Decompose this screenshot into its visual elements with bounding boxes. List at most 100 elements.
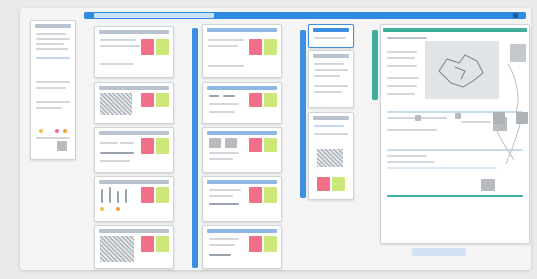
sticky-note-green[interactable] [156,93,169,107]
overview-screen-card[interactable] [30,20,76,160]
text-line [387,65,417,67]
thumbnail-image [455,113,461,119]
text-line [100,160,130,162]
sticky-note-green[interactable] [264,236,277,252]
text-line [36,33,66,35]
text-line [387,161,435,163]
flow-connector-bar[interactable] [372,30,378,100]
text-line [387,93,415,95]
screen-card[interactable] [94,127,174,173]
text-line [100,63,134,65]
screen-card[interactable] [94,176,174,222]
text-line [387,129,437,131]
flow-connector-bar[interactable] [300,30,306,198]
screen-card[interactable] [308,50,354,108]
sticky-note-green[interactable] [264,39,277,55]
text-line [100,152,134,154]
chart-bar [117,191,119,203]
card-header [313,54,349,58]
status-dot [100,207,104,211]
screenshot-thumbnail [100,93,132,115]
text-line [387,77,419,79]
card-header [207,131,277,135]
screen-card[interactable] [202,225,282,269]
text-line [314,85,348,87]
text-line [209,152,239,154]
sticky-note-pink[interactable] [141,39,154,55]
text-line [314,75,340,77]
bottom-tab[interactable] [412,248,466,256]
screen-card[interactable] [202,127,282,173]
sticky-note-pink[interactable] [141,187,154,203]
screenshot-thumbnail [100,236,134,262]
card-header [313,116,349,120]
card-header [99,86,169,90]
sticky-note-pink[interactable] [141,236,154,252]
sticky-note-green[interactable] [264,93,277,107]
text-line [209,238,239,240]
sticky-note-pink[interactable] [249,236,262,252]
text-line [208,39,244,41]
card-header [313,28,349,32]
sticky-note-pink[interactable] [249,187,262,203]
sticky-note-green[interactable] [156,39,169,55]
flow-connector-bar[interactable] [192,28,198,268]
text-line [387,51,417,53]
chart-bar [101,189,103,203]
sticky-note-green[interactable] [156,236,169,252]
status-dot [116,207,120,211]
panel-header [383,28,527,32]
screen-card[interactable] [308,24,354,48]
card-header [99,30,169,34]
text-line [209,111,235,113]
text-line [314,133,348,135]
sticky-note-pink[interactable] [249,39,262,55]
text-line [100,45,140,47]
text-line [209,244,235,246]
sticky-note-green[interactable] [156,187,169,203]
sticky-note-pink[interactable] [141,93,154,107]
sticky-note-green[interactable] [156,138,169,154]
card-header [35,24,71,28]
screen-card[interactable] [202,24,282,78]
sticky-note-pink[interactable] [249,93,262,107]
flow-arrows [493,63,521,165]
text-line [387,57,415,59]
section-pin-icon[interactable] [513,13,518,18]
screen-card[interactable] [94,82,174,124]
screen-card[interactable] [308,112,354,200]
card-header [207,86,277,90]
screen-card[interactable] [202,82,282,124]
image-thumbnail [481,179,495,191]
text-line [208,65,244,67]
screenshot-thumbnail [317,149,343,167]
section-title-placeholder [94,13,214,18]
sticky-note-green[interactable] [332,177,345,191]
sticky-note-green[interactable] [264,187,277,203]
text-line [36,38,70,40]
text-line [36,137,70,139]
sticky-note-pink[interactable] [317,177,330,191]
image-thumbnail [209,138,221,148]
text-line [314,91,342,93]
text-line [461,121,491,123]
text-line [209,189,241,191]
flow-section-header-bar[interactable] [84,12,526,19]
sticky-note-pink[interactable] [249,138,262,152]
chart-bar [125,189,127,203]
sticky-note-pink[interactable] [141,138,154,154]
text-line [209,203,239,205]
screen-card[interactable] [202,176,282,222]
text-line [36,87,66,89]
text-line [36,81,70,83]
text-line [209,195,233,197]
card-header [207,180,277,184]
screen-card[interactable] [94,225,174,269]
text-line [36,101,70,103]
card-header [207,28,277,32]
text-line [314,69,348,71]
card-header [99,131,169,135]
screen-card[interactable] [94,26,174,78]
chart-bar [109,187,111,203]
sticky-note-green[interactable] [264,138,277,152]
